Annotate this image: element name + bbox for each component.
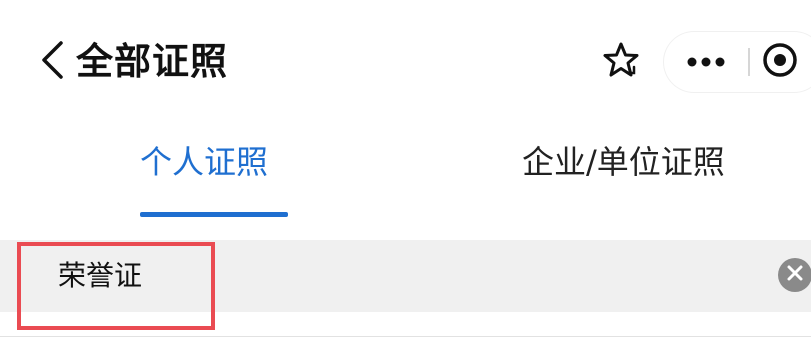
capsule-divider [748,48,750,76]
more-button[interactable] [664,32,748,92]
header: 全部证照 [0,0,811,118]
mini-program-capsule [664,32,811,92]
page-title: 全部证照 [76,40,228,83]
tab-personal-certificates[interactable]: 个人证照 [140,138,268,186]
active-tab-indicator [140,212,288,217]
back-button[interactable] [32,38,72,86]
favorite-button[interactable] [593,34,649,90]
more-dots-icon [686,53,726,72]
clear-search-button[interactable] [778,258,811,292]
chevron-left-icon [39,40,65,84]
tab-enterprise-certificates[interactable]: 企业/单位证照 [522,138,725,186]
divider [0,336,811,337]
close-mini-program-button[interactable] [756,32,804,92]
clear-circle-icon [786,264,804,286]
star-icon [601,40,641,84]
target-circle-icon [762,42,798,82]
highlight-box [17,242,215,330]
